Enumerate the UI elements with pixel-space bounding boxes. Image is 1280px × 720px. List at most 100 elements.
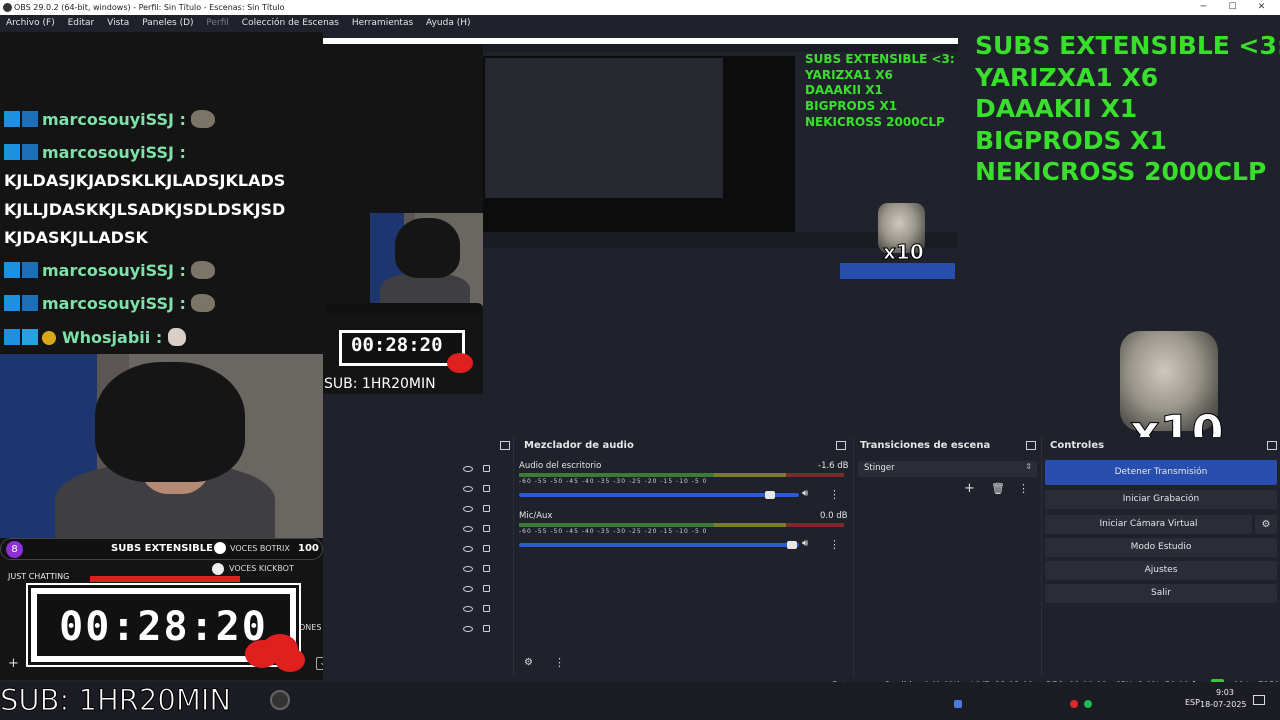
channel-menu-icon[interactable]: ⋮ xyxy=(829,488,840,501)
visibility-eye-icon[interactable] xyxy=(463,586,473,592)
start-recording-button[interactable]: Iniciar Grabación xyxy=(1045,490,1277,509)
lock-icon[interactable] xyxy=(483,605,490,612)
dock-float-icon[interactable] xyxy=(500,441,510,450)
voices-botrix-count: 100 xyxy=(298,543,319,554)
badge-icon xyxy=(22,144,38,160)
gear-icon[interactable]: ⚙ xyxy=(1255,515,1277,534)
clock-time: 9:03 xyxy=(1216,688,1234,697)
lock-icon[interactable] xyxy=(483,525,490,532)
lock-icon[interactable] xyxy=(483,585,490,592)
exit-button[interactable]: Salir xyxy=(1045,584,1277,603)
start-virtual-cam-button[interactable]: Iniciar Cámara Virtual xyxy=(1045,515,1252,534)
transition-menu-icon[interactable]: ⋮ xyxy=(1018,482,1029,495)
menu-coleccion-escenas[interactable]: Colección de Escenas xyxy=(242,15,339,32)
subs-list: SUBS EXTENSIBLE <3: YARIZXA1 X6 DAAAKII … xyxy=(975,30,1280,188)
volume-meter xyxy=(519,523,844,527)
emote-icon xyxy=(191,110,216,128)
menu-paneles[interactable]: Paneles (D) xyxy=(142,15,193,32)
add-transition-icon[interactable]: + xyxy=(964,481,975,496)
volume-slider[interactable] xyxy=(519,543,799,547)
chat-username: marcosouyiSSJ : xyxy=(42,294,186,313)
dock-float-icon[interactable] xyxy=(1267,441,1277,450)
nested-subs-title: SUBS EXTENSIBLE <3: xyxy=(805,52,955,66)
visibility-eye-icon[interactable] xyxy=(463,546,473,552)
volume-slider-knob[interactable] xyxy=(765,491,775,499)
add-scene-icon[interactable]: + xyxy=(8,656,19,671)
chat-text-line: KJLLJDASKKJLSADKJSDLDSKJSD xyxy=(4,200,286,219)
lock-icon[interactable] xyxy=(483,485,490,492)
menu-ayuda[interactable]: Ayuda (H) xyxy=(426,15,470,32)
badge-icon xyxy=(4,295,20,311)
badge-icon xyxy=(22,295,38,311)
subs-bar: 8 SUBS EXTENSIBLE VOCES BOTRIX 100 xyxy=(0,538,323,560)
preview-chat-area: marcosouyiSSJ : marcosouyiSSJ : KJLDASJK… xyxy=(0,32,323,680)
menu-archivo[interactable]: Archivo (F) xyxy=(6,15,55,32)
dock-float-icon[interactable] xyxy=(836,441,846,450)
chat-username: marcosouyiSSJ : xyxy=(42,110,186,129)
visibility-eye-icon[interactable] xyxy=(463,466,473,472)
tray-icon[interactable] xyxy=(1070,700,1078,708)
visibility-eye-icon[interactable] xyxy=(463,626,473,632)
chat-username: marcosouyiSSJ : xyxy=(42,261,186,280)
spotify-icon[interactable] xyxy=(1084,700,1092,708)
chat-username: marcosouyiSSJ : xyxy=(42,143,186,162)
emote-icon xyxy=(191,261,216,279)
channel-name: Mic/Aux xyxy=(519,511,553,521)
subs-bar-label: SUBS EXTENSIBLE xyxy=(111,543,213,554)
close-button[interactable]: ✕ xyxy=(1245,0,1278,15)
visibility-eye-icon[interactable] xyxy=(463,526,473,532)
menu-perfil[interactable]: Perfil xyxy=(206,15,229,32)
visibility-eye-icon[interactable] xyxy=(463,486,473,492)
nested-sub-rate: SUB: 1HR20MIN xyxy=(324,376,436,392)
subs-list-item: DAAAKII X1 xyxy=(975,94,1138,123)
chat-message: marcosouyiSSJ : xyxy=(4,143,316,162)
subs-list-item: YARIZXA1 X6 xyxy=(975,62,1159,92)
settings-button[interactable]: Ajustes xyxy=(1045,561,1277,580)
menu-editar[interactable]: Editar xyxy=(68,15,95,32)
transition-select[interactable]: Stinger ⇕ xyxy=(858,461,1037,477)
chat-message: Whosjabii : xyxy=(4,328,316,347)
badge-icon xyxy=(22,329,38,345)
stop-stream-button[interactable]: Detener Transmisión xyxy=(1045,460,1277,485)
lock-icon[interactable] xyxy=(483,465,490,472)
delete-transition-icon[interactable]: 🗑︎ xyxy=(991,482,1005,495)
meter-scale: -60 -55 -50 -45 -40 -35 -30 -25 -20 -15 … xyxy=(519,528,708,535)
volume-slider-knob[interactable] xyxy=(787,541,797,549)
menu-vista[interactable]: Vista xyxy=(107,15,129,32)
window-title: OBS 29.0.2 (64-bit, windows) - Perfil: S… xyxy=(14,3,285,12)
audio-mixer-title: Mezclador de audio xyxy=(524,440,634,451)
notifications-icon[interactable] xyxy=(1253,695,1265,705)
visibility-eye-icon[interactable] xyxy=(463,606,473,612)
mixer-settings-icon[interactable]: ⚙ xyxy=(524,657,533,668)
lock-icon[interactable] xyxy=(483,565,490,572)
studio-mode-button[interactable]: Modo Estudio xyxy=(1045,538,1277,557)
subs-list-item: NEKICROSS 2000CLP xyxy=(975,157,1267,186)
lock-icon[interactable] xyxy=(483,625,490,632)
keyboard-language[interactable]: ESP xyxy=(1185,698,1200,707)
speaker-icon[interactable]: 🔊︎ xyxy=(802,538,808,549)
lock-icon[interactable] xyxy=(483,545,490,552)
sources-dock xyxy=(323,437,513,677)
chat-text-line: KJLDASJKJADSKLKJLADSJKLADS xyxy=(4,171,286,190)
speaker-icon[interactable]: 🔊︎ xyxy=(802,488,808,499)
tray-icon[interactable] xyxy=(954,700,962,708)
chat-message: marcosouyiSSJ : xyxy=(4,294,316,313)
badge-icon xyxy=(4,329,20,345)
visibility-eye-icon[interactable] xyxy=(463,566,473,572)
nested-timer: 00:28:20 xyxy=(351,334,443,356)
clock-date: 18-07-2025 xyxy=(1200,700,1247,709)
subs-list-item: BIGPRODS X1 xyxy=(975,125,1167,155)
channel-db: 0.0 dB xyxy=(820,511,848,521)
nested-subs-line: NEKICROSS 2000CLP xyxy=(805,114,945,129)
menu-herramientas[interactable]: Herramientas xyxy=(352,15,413,32)
transition-select-value: Stinger xyxy=(864,463,895,473)
channel-db: -1.6 dB xyxy=(818,461,849,471)
badge-icon xyxy=(4,262,20,278)
visibility-eye-icon[interactable] xyxy=(463,506,473,512)
lock-icon[interactable] xyxy=(483,505,490,512)
volume-slider[interactable] xyxy=(519,493,799,497)
channel-menu-icon[interactable]: ⋮ xyxy=(829,538,840,551)
sub-rate-overlay: SUB: 1HR20MIN xyxy=(0,683,232,718)
mixer-menu-icon[interactable]: ⋮ xyxy=(554,656,565,669)
dock-float-icon[interactable] xyxy=(1026,441,1036,450)
